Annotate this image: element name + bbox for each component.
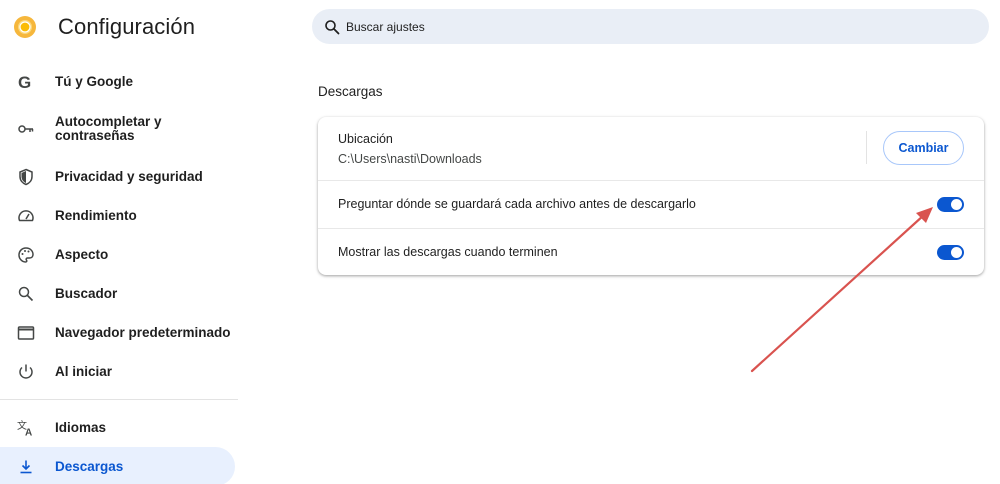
sidebar-item-label: Navegador predeterminado xyxy=(55,324,231,340)
chrome-logo-icon xyxy=(13,15,37,39)
search-icon xyxy=(16,284,36,304)
page-title: Configuración xyxy=(58,14,196,39)
google-icon: G xyxy=(16,72,36,92)
location-row: Ubicación C:\Users\nasti\Downloads Cambi… xyxy=(318,117,984,180)
gauge-icon xyxy=(16,206,36,226)
search-bar[interactable] xyxy=(312,9,989,44)
sidebar-item-appearance[interactable]: Aspecto xyxy=(0,235,235,274)
palette-icon xyxy=(16,245,36,265)
sidebar-item-label: Descargas xyxy=(55,458,124,474)
sidebar-item-on-startup[interactable]: Al iniciar xyxy=(0,352,235,391)
sidebar-item-label: Aspecto xyxy=(55,246,109,262)
search-icon xyxy=(325,19,340,34)
section-title: Descargas xyxy=(318,84,383,99)
change-location-button[interactable]: Cambiar xyxy=(883,131,964,165)
sidebar-item-label: Tú y Google xyxy=(55,73,134,89)
search-input[interactable] xyxy=(346,19,946,34)
sidebar-item-languages[interactable]: 文A Idiomas xyxy=(0,408,235,447)
sidebar-item-performance[interactable]: Rendimiento xyxy=(0,196,235,235)
sidebar-item-label: Buscador xyxy=(55,285,118,301)
sidebar-item-search-engine[interactable]: Buscador xyxy=(0,274,235,313)
toggle-knob xyxy=(951,247,962,258)
sidebar-item-privacy[interactable]: Privacidad y seguridad xyxy=(0,157,235,196)
sidebar-item-label: Idiomas xyxy=(55,419,107,435)
location-path: C:\Users\nasti\Downloads xyxy=(338,152,482,166)
location-label: Ubicación xyxy=(338,132,393,146)
translate-icon: 文A xyxy=(16,418,36,438)
sidebar-item-autofill[interactable]: Autocompletar y contraseñas xyxy=(0,101,235,157)
key-icon xyxy=(16,119,36,139)
downloads-settings-card: Ubicación C:\Users\nasti\Downloads Cambi… xyxy=(318,117,984,275)
toggle-knob xyxy=(951,199,962,210)
svg-text:G: G xyxy=(18,73,31,91)
browser-window-icon xyxy=(16,323,36,343)
sidebar-item-downloads[interactable]: Descargas xyxy=(0,447,235,484)
option-label: Mostrar las descargas cuando terminen xyxy=(338,245,558,259)
power-icon xyxy=(16,362,36,382)
sidebar-item-label: Rendimiento xyxy=(55,207,137,223)
sidebar-item-label: Al iniciar xyxy=(55,363,113,379)
show-downloads-toggle[interactable] xyxy=(937,245,964,260)
sidebar-item-label: Autocompletar y contraseñas xyxy=(55,114,162,143)
download-icon xyxy=(16,457,36,477)
option-row-ask-location: Preguntar dónde se guardará cada archivo… xyxy=(318,181,984,228)
sidebar: G Tú y Google Autocompletar y contraseña… xyxy=(0,62,238,484)
sidebar-item-default-browser[interactable]: Navegador predeterminado xyxy=(0,313,235,352)
shield-icon xyxy=(16,167,36,187)
sidebar-divider xyxy=(0,399,238,400)
option-row-show-downloads: Mostrar las descargas cuando terminen xyxy=(318,229,984,275)
ask-location-toggle[interactable] xyxy=(937,197,964,212)
svg-text:A: A xyxy=(25,427,32,437)
sidebar-item-you-and-google[interactable]: G Tú y Google xyxy=(0,62,235,101)
vertical-divider xyxy=(866,131,867,164)
option-label: Preguntar dónde se guardará cada archivo… xyxy=(338,197,696,211)
sidebar-item-label: Privacidad y seguridad xyxy=(55,168,203,184)
